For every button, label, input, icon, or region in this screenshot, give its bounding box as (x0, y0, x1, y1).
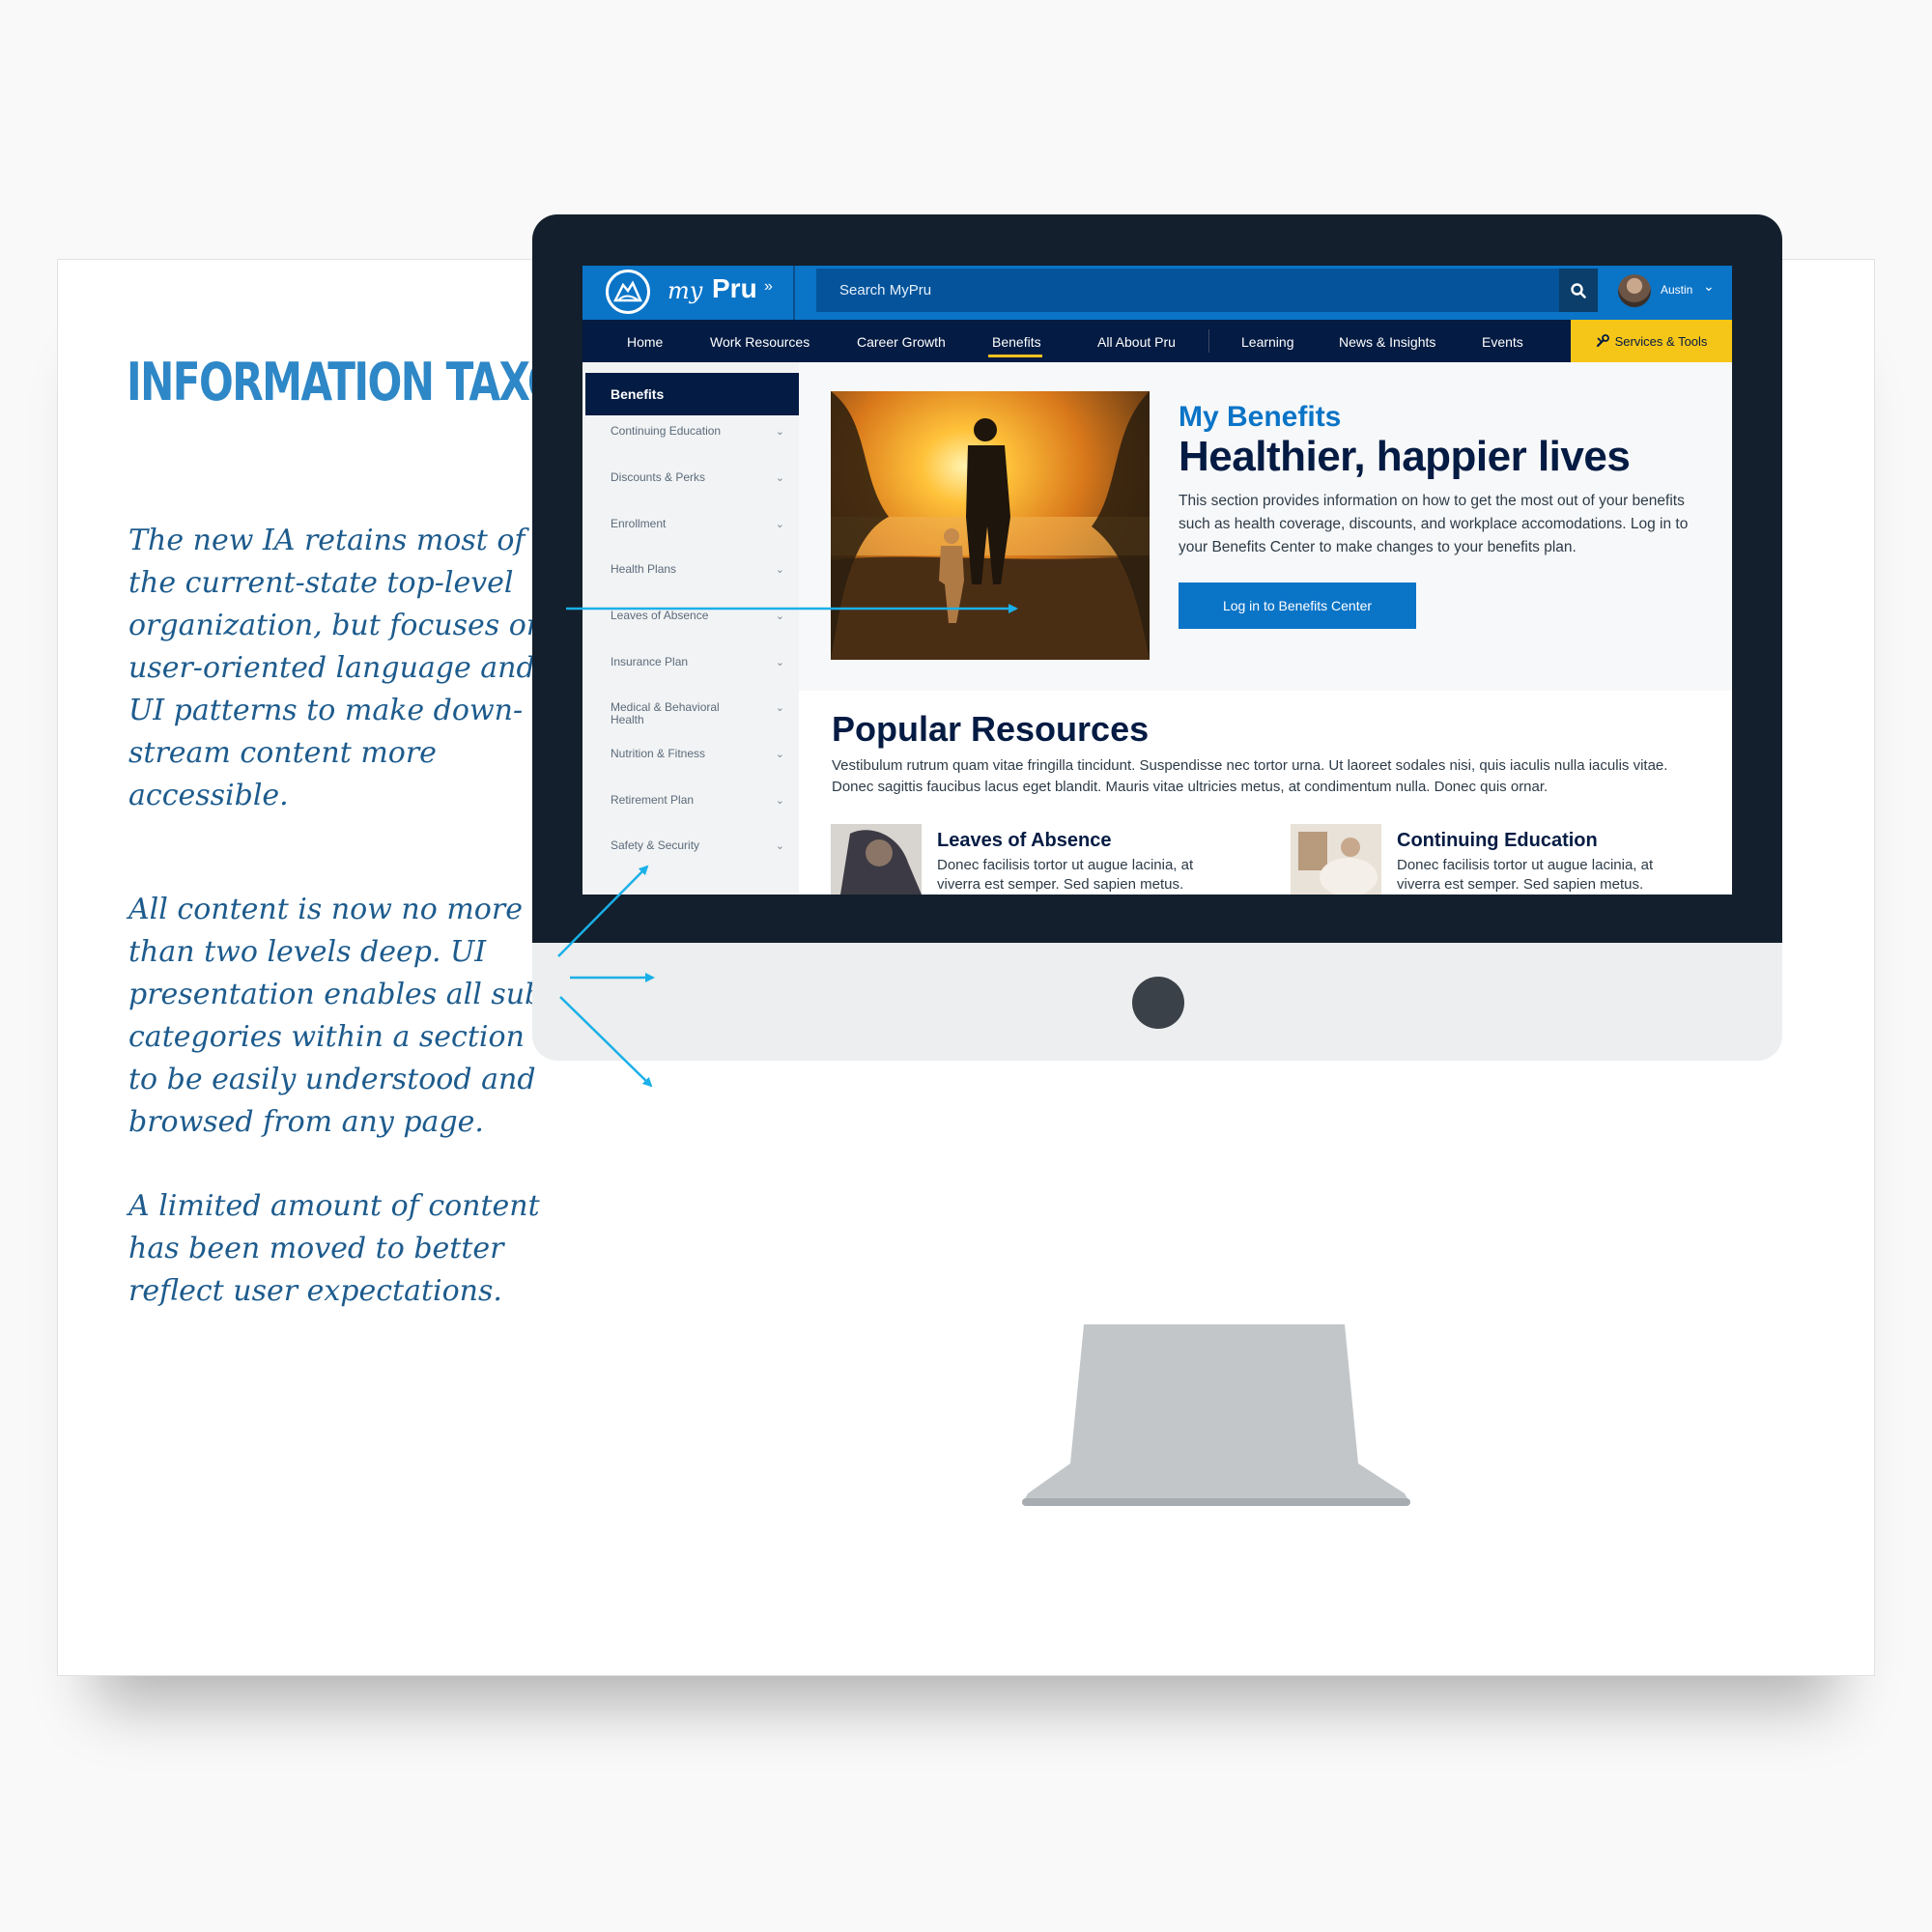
arrow-to-sidebar-bottom (559, 996, 653, 1088)
annotation-arrows (557, 604, 1018, 1088)
arrow-to-sidebar-top (557, 865, 649, 957)
